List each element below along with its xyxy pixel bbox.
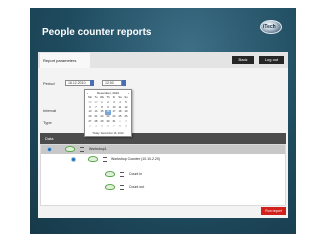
calendar-popup: ‹ December, 2010 › Mo Tu We Th Fr Sa Su 29 30 1 2 3… xyxy=(84,89,132,137)
tree-count-out-label: Count out xyxy=(129,185,145,189)
period-date-input[interactable]: 16.12.2010 xyxy=(65,80,91,86)
type-label: Type xyxy=(43,120,52,125)
time-dropdown-button[interactable] xyxy=(122,80,126,86)
calendar-week-row: 3456789 xyxy=(87,125,129,130)
calendar-grid: Mo Tu We Th Fr Sa Su 29 30 1 2 3 4 5 6 7 8 9 10 11 12 13 14 15 1… xyxy=(87,96,129,130)
grid-icon xyxy=(80,147,84,152)
eye-icon[interactable] xyxy=(65,146,75,152)
company-logo: iTech xyxy=(260,20,282,34)
data-section-header: Data xyxy=(40,133,286,144)
calendar-day[interactable]: 9 xyxy=(123,125,129,130)
eye-icon[interactable] xyxy=(105,184,115,190)
tree-count-in-label: Count in xyxy=(129,172,143,176)
eye-icon[interactable] xyxy=(105,171,115,177)
device-tree: Workshop1 Workshop Counter (10.10.2.20) … xyxy=(40,144,286,206)
run-report-button[interactable]: Run report xyxy=(261,207,286,215)
back-button[interactable]: Back xyxy=(232,56,254,64)
grid-icon xyxy=(120,185,124,190)
data-section-title: Data xyxy=(45,136,54,141)
calendar-next-icon[interactable]: › xyxy=(128,91,129,95)
period-label: Period xyxy=(43,81,55,86)
page-title: People counter reports xyxy=(42,27,152,38)
tab-bar: Report parameters Back Log out xyxy=(38,52,288,68)
logo-text: iTech xyxy=(263,24,276,30)
logout-button[interactable]: Log out xyxy=(259,56,284,64)
radio-icon[interactable] xyxy=(47,147,52,152)
grid-icon xyxy=(103,157,107,162)
radio-icon[interactable] xyxy=(71,157,76,162)
tree-root-row[interactable]: Workshop1 xyxy=(41,145,285,154)
grid-icon xyxy=(120,172,124,177)
interval-label: Interval xyxy=(43,108,57,113)
date-picker-button[interactable] xyxy=(90,80,94,86)
eye-icon[interactable] xyxy=(88,156,98,162)
tree-counter-label: Workshop Counter (10.10.2.20) xyxy=(111,157,160,161)
period-time-input[interactable]: 12:00 xyxy=(102,80,122,86)
tree-root-label: Workshop1 xyxy=(89,147,107,151)
app-window: People counter reports iTech Report para… xyxy=(30,8,296,234)
tab-report-parameters[interactable]: Report parameters xyxy=(40,53,90,68)
report-panel: Report parameters Back Log out Period 16… xyxy=(38,52,288,218)
calendar-today-label[interactable]: Today: December 16, 2010 xyxy=(85,132,131,135)
